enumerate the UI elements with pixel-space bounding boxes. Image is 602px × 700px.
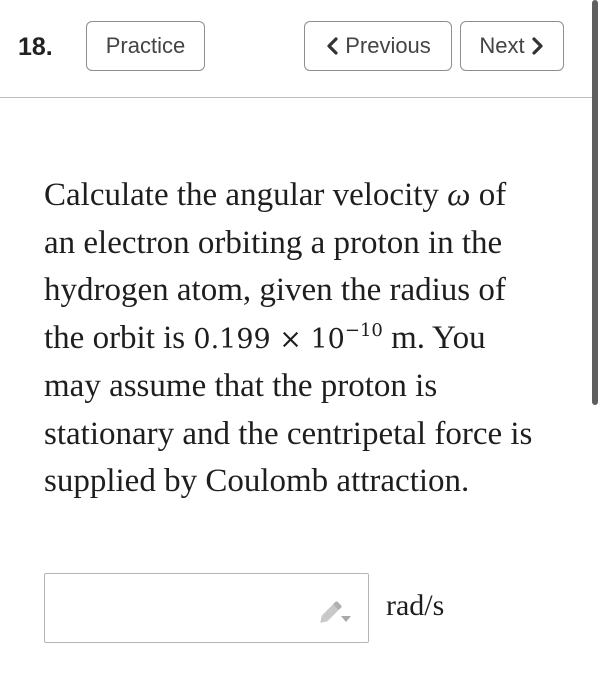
previous-button-label: Previous — [345, 33, 431, 58]
next-button[interactable]: Next — [460, 21, 564, 71]
practice-button-label: Practice — [105, 33, 186, 58]
practice-button[interactable]: Practice — [86, 21, 205, 71]
previous-button[interactable]: Previous — [304, 21, 452, 71]
radius-exponent: −10 — [344, 319, 383, 341]
chevron-left-icon — [325, 36, 339, 56]
question-text: Calculate the angular velocity ω of an e… — [44, 172, 534, 506]
question-text-part1: Calculate the angular velocity — [44, 177, 448, 213]
question-number: 18. — [18, 33, 53, 61]
question-header: 18. Practice Previous Next — [0, 0, 594, 98]
radius-value: 0.199 × 10 — [193, 323, 345, 355]
pencil-icon[interactable] — [317, 594, 355, 626]
radius-unit: m — [382, 319, 417, 356]
omega-symbol: ω — [447, 177, 471, 213]
chevron-right-icon — [531, 36, 545, 56]
answer-input[interactable] — [44, 573, 369, 643]
next-button-label: Next — [479, 33, 525, 58]
scrollbar[interactable] — [592, 0, 598, 405]
answer-unit: rad/s — [386, 589, 445, 622]
